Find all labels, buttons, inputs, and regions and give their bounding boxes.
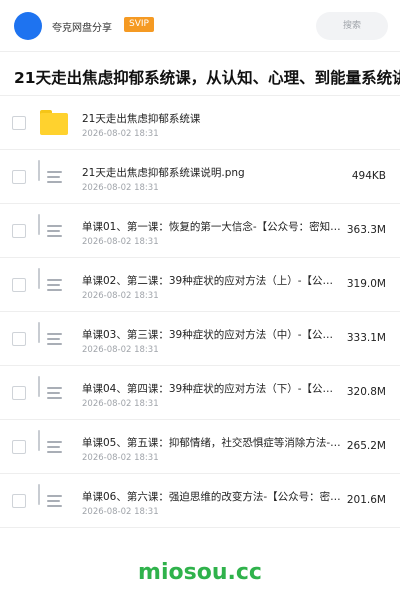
file-row[interactable]: 单课04、第四课：39种症状的应对方法（下）-【公… 2026-08-02 18… bbox=[0, 366, 400, 420]
document-icon bbox=[38, 430, 70, 463]
document-icon bbox=[38, 376, 70, 409]
file-name: 单课04、第四课：39种症状的应对方法（下）-【公… bbox=[82, 383, 334, 395]
file-name: 单课03、第三课：39种症状的应对方法（中）-【公… bbox=[82, 329, 334, 341]
file-date: 2026-08-02 18:31 bbox=[82, 291, 159, 301]
file-row[interactable]: 21天走出焦虑抑郁系统课说明.png 2026-08-02 18:31 494K… bbox=[0, 150, 400, 204]
svip-badge: SVIP bbox=[124, 17, 154, 32]
document-icon bbox=[38, 214, 70, 247]
file-name: 单课02、第二课：39种症状的应对方法（上）-【公… bbox=[82, 275, 334, 287]
file-size: 363.3M bbox=[346, 224, 386, 236]
row-checkbox[interactable] bbox=[12, 494, 26, 508]
document-icon bbox=[38, 322, 70, 355]
document-icon bbox=[38, 160, 70, 193]
username: 夸克网盘分享 bbox=[52, 23, 112, 34]
row-checkbox[interactable] bbox=[12, 278, 26, 292]
file-name: 单课01、第一课：恢复的第一大信念-【公众号：密知… bbox=[82, 221, 341, 233]
file-size: 265.2M bbox=[346, 440, 386, 452]
row-checkbox[interactable] bbox=[12, 170, 26, 184]
file-row[interactable]: 单课02、第二课：39种症状的应对方法（上）-【公… 2026-08-02 18… bbox=[0, 258, 400, 312]
row-checkbox[interactable] bbox=[12, 116, 26, 130]
file-size: 319.0M bbox=[346, 278, 386, 290]
file-row[interactable]: 单课03、第三课：39种症状的应对方法（中）-【公… 2026-08-02 18… bbox=[0, 312, 400, 366]
file-name: 21天走出焦虑抑郁系统课 bbox=[82, 113, 201, 125]
file-name: 21天走出焦虑抑郁系统课说明.png bbox=[82, 167, 245, 179]
avatar[interactable] bbox=[14, 12, 42, 40]
file-size: 494KB bbox=[351, 170, 386, 182]
file-name: 单课06、第六课：强迫思维的改变方法-【公众号：密… bbox=[82, 491, 341, 503]
file-row[interactable]: 单课06、第六课：强迫思维的改变方法-【公众号：密… 2026-08-02 18… bbox=[0, 474, 400, 528]
site-watermark: miosou.cc bbox=[138, 560, 262, 585]
file-date: 2026-08-02 18:31 bbox=[82, 507, 159, 517]
file-date: 2026-08-02 18:31 bbox=[82, 129, 159, 139]
page-title: 21天走出焦虑抑郁系统课，从认知、心理、到能量系统讲解 bbox=[14, 69, 400, 87]
file-row[interactable]: 单课01、第一课：恢复的第一大信念-【公众号：密知… 2026-08-02 18… bbox=[0, 204, 400, 258]
folder-icon bbox=[38, 107, 70, 139]
title-bar: 21天走出焦虑抑郁系统课，从认知、心理、到能量系统讲解 bbox=[0, 52, 400, 96]
search-input[interactable] bbox=[316, 12, 388, 40]
file-date: 2026-08-02 18:31 bbox=[82, 237, 159, 247]
document-icon bbox=[38, 484, 70, 517]
file-date: 2026-08-02 18:31 bbox=[82, 399, 159, 409]
file-row[interactable]: 21天走出焦虑抑郁系统课 2026-08-02 18:31 bbox=[0, 96, 400, 150]
file-list: 21天走出焦虑抑郁系统课 2026-08-02 18:31 21天走出焦虑抑郁系… bbox=[0, 96, 400, 528]
file-date: 2026-08-02 18:31 bbox=[82, 345, 159, 355]
file-size: 201.6M bbox=[346, 494, 386, 506]
file-date: 2026-08-02 18:31 bbox=[82, 183, 159, 193]
row-checkbox[interactable] bbox=[12, 224, 26, 238]
file-name: 单课05、第五课：抑郁情绪，社交恐惧症等消除方法-… bbox=[82, 437, 341, 449]
file-row[interactable]: 单课05、第五课：抑郁情绪，社交恐惧症等消除方法-… 2026-08-02 18… bbox=[0, 420, 400, 474]
file-size: 320.8M bbox=[346, 386, 386, 398]
file-size: 333.1M bbox=[346, 332, 386, 344]
file-date: 2026-08-02 18:31 bbox=[82, 453, 159, 463]
header-bar: 夸克网盘分享 SVIP bbox=[0, 0, 400, 52]
row-checkbox[interactable] bbox=[12, 332, 26, 346]
row-checkbox[interactable] bbox=[12, 440, 26, 454]
row-checkbox[interactable] bbox=[12, 386, 26, 400]
document-icon bbox=[38, 268, 70, 301]
